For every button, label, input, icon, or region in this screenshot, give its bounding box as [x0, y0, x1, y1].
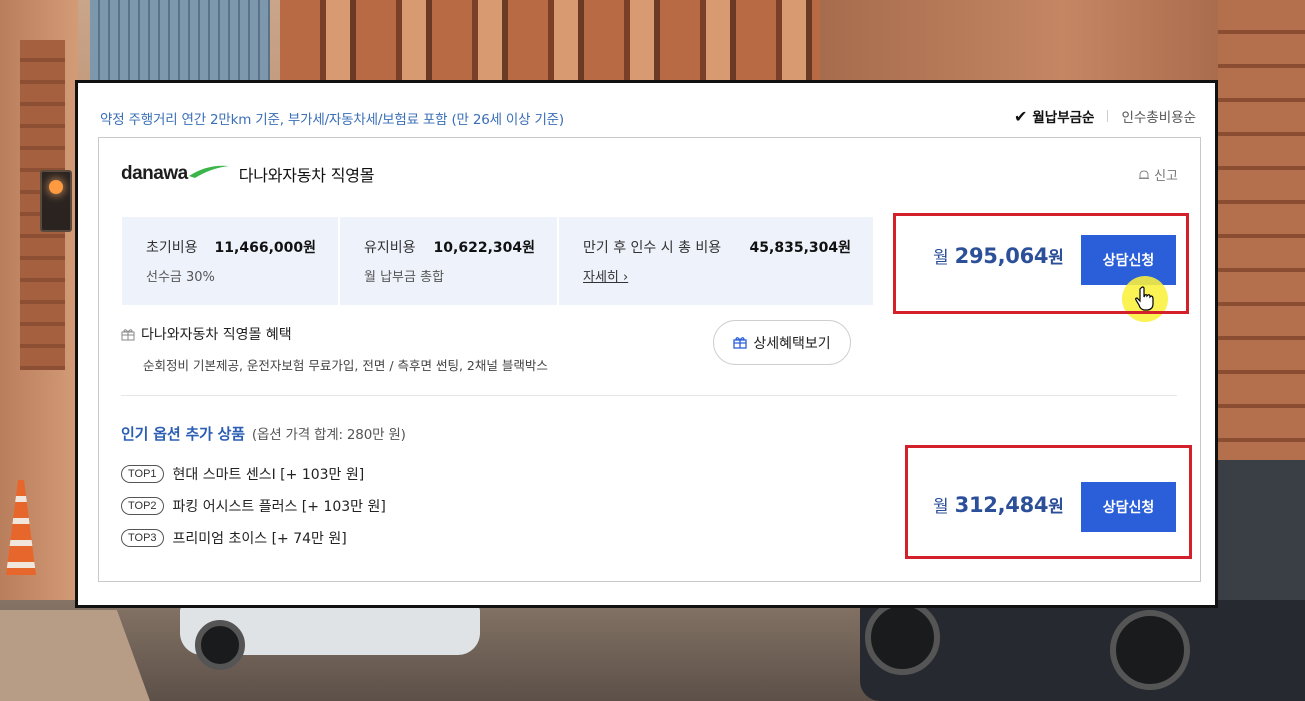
- total-cost-detail-link[interactable]: 자세히 ›: [583, 266, 873, 285]
- detail-benefit-button[interactable]: 상세혜택보기: [713, 320, 851, 365]
- price-highlight-box: [893, 213, 1189, 314]
- initial-cost: 초기비용 11,466,000원 선수금 30%: [122, 217, 338, 305]
- report-label: 신고: [1154, 169, 1178, 184]
- option-text: 프리미엄 초이스 [+ 74만 원]: [172, 531, 347, 547]
- option-price-highlight-box: [905, 445, 1192, 559]
- report-link[interactable]: 신고: [1138, 165, 1178, 184]
- maintenance-cost: 유지비용 10,622,304원 월 납부금 총합: [340, 217, 557, 305]
- list-item: TOP2 파킹 어시스트 플러스 [+ 103만 원]: [121, 490, 406, 522]
- total-cost-label: 만기 후 인수 시 총 비용: [583, 240, 722, 256]
- list-item: TOP1 현대 스마트 센스Ⅰ [+ 103만 원]: [121, 458, 406, 490]
- check-icon: ✔: [1013, 106, 1028, 126]
- initial-cost-value: 11,466,000원: [214, 240, 316, 256]
- seller-name: 다나와자동차 직영몰: [238, 166, 375, 185]
- offer-card: danawa 다나와자동차 직영몰 신고 초기비용 11,466,000원 선수…: [98, 137, 1201, 582]
- detail-benefit-label: 상세혜택보기: [753, 335, 831, 352]
- total-cost-value: 45,835,304원: [749, 240, 851, 256]
- popular-options: 인기 옵션 추가 상품 (옵션 가격 합계: 280만 원) TOP1 현대 스…: [121, 423, 406, 554]
- total-cost: 만기 후 인수 시 총 비용 45,835,304원 자세히 ›: [559, 217, 873, 305]
- danawa-logo: danawa: [121, 163, 188, 184]
- danawa-swoosh-icon: [188, 165, 229, 178]
- rank-badge: TOP2: [121, 497, 164, 515]
- rental-offer-panel: 약정 주행거리 연간 2만km 기준, 부가세/자동차세/보험료 포함 (만 2…: [75, 80, 1218, 608]
- options-title: 인기 옵션 추가 상품: [121, 425, 245, 443]
- sort-total-cost[interactable]: 인수총비용순: [1121, 106, 1196, 126]
- maintenance-cost-sub: 월 납부금 총합: [364, 270, 445, 285]
- benefit-section: 다나와자동차 직영몰 혜택 순회정비 기본제공, 운전자보험 무료가입, 전면 …: [121, 324, 548, 374]
- initial-cost-label: 초기비용: [146, 240, 198, 256]
- gift-icon: [121, 328, 135, 340]
- sort-monthly-payment[interactable]: 월납부금순: [1032, 106, 1094, 126]
- bell-icon: [1139, 169, 1150, 179]
- sort-divider: [1107, 110, 1109, 122]
- list-item: TOP3 프리미엄 초이스 [+ 74만 원]: [121, 522, 406, 554]
- option-text: 파킹 어시스트 플러스 [+ 103만 원]: [172, 499, 386, 515]
- cost-summary: 초기비용 11,466,000원 선수금 30% 유지비용 10,622,304…: [122, 217, 873, 305]
- option-text: 현대 스마트 센스Ⅰ [+ 103만 원]: [172, 467, 365, 483]
- seller-header: danawa 다나와자동차 직영몰: [121, 162, 374, 186]
- condition-notice: 약정 주행거리 연간 2만km 기준, 부가세/자동차세/보험료 포함 (만 2…: [100, 112, 564, 128]
- rank-badge: TOP1: [121, 465, 164, 483]
- gift-icon: [733, 337, 748, 349]
- initial-cost-sub: 선수금 30%: [146, 270, 215, 285]
- sort-options: ✔ 월납부금순 인수총비용순: [1013, 106, 1196, 127]
- rank-badge: TOP3: [121, 529, 164, 547]
- maintenance-cost-value: 10,622,304원: [433, 240, 535, 256]
- benefit-title: 다나와자동차 직영몰 혜택: [141, 327, 292, 343]
- maintenance-cost-label: 유지비용: [364, 240, 416, 256]
- benefit-description: 순회정비 기본제공, 운전자보험 무료가입, 전면 / 측후면 썬팅, 2채널 …: [143, 358, 548, 373]
- top-bar: 약정 주행거리 연간 2만km 기준, 부가세/자동차세/보험료 포함 (만 2…: [100, 106, 1196, 129]
- options-list: TOP1 현대 스마트 센스Ⅰ [+ 103만 원] TOP2 파킹 어시스트 …: [121, 458, 406, 554]
- section-divider: [121, 395, 1177, 396]
- options-note: (옵션 가격 합계: 280만 원): [251, 427, 406, 443]
